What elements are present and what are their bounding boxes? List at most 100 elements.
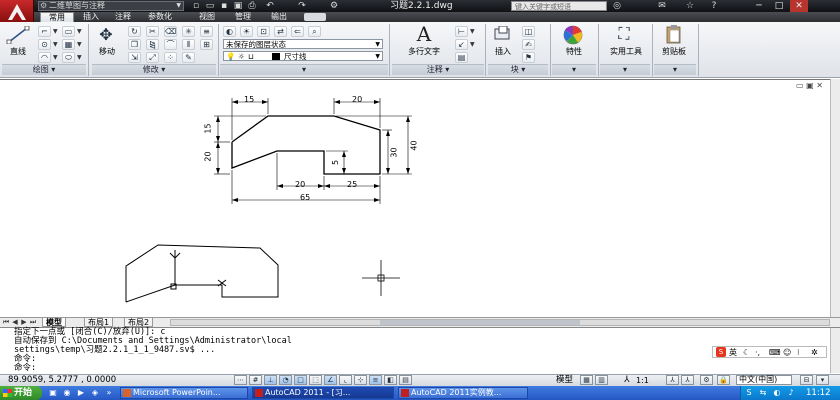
taskbar-item-autocad-current[interactable]: AutoCAD 2011 - [习...: [252, 387, 394, 399]
rotate-icon[interactable]: ↻: [128, 26, 141, 37]
drawing-canvas[interactable]: 15 20 15 20 5 30 40 20 25 65: [0, 79, 840, 317]
undo-icon[interactable]: ↶: [264, 0, 276, 12]
dynamic-input-icon[interactable]: ⊹: [354, 375, 367, 385]
lock-toolbar-icon[interactable]: 🔒: [717, 375, 730, 385]
tab-layout1[interactable]: 布局1: [84, 318, 114, 327]
coordinate-readout[interactable]: 89.9059, 5.2777 , 0.0000: [8, 375, 116, 386]
layer-on-icon[interactable]: ◐: [223, 26, 236, 37]
layer-lock-icon[interactable]: ⊡: [257, 26, 270, 37]
explode-icon[interactable]: ✳: [182, 26, 195, 37]
restore-viewport-icon[interactable]: ▣: [806, 81, 814, 90]
help-icon[interactable]: ?: [708, 0, 720, 12]
ortho-mode-icon[interactable]: ⊥: [264, 375, 277, 385]
communication-center-icon[interactable]: ✉: [656, 0, 668, 12]
tab-insert[interactable]: 插入: [76, 12, 106, 22]
settings-icon[interactable]: ✲: [811, 347, 818, 358]
prev-tab-arrow-icon[interactable]: ◀: [11, 318, 19, 327]
tab-layout2[interactable]: 布局2: [124, 318, 154, 327]
attribute-icon[interactable]: ⚑: [522, 52, 535, 63]
layer-walk-icon[interactable]: ⌕: [308, 26, 321, 37]
chevron-down-icon[interactable]: ▼: [53, 28, 58, 35]
quick-view-drawings-icon[interactable]: ▥: [595, 375, 608, 385]
insert-block-icon[interactable]: [492, 25, 514, 42]
properties-panel-footer[interactable]: ▾: [552, 64, 596, 75]
ime-tray-icon[interactable]: S: [744, 388, 754, 398]
modify-panel-footer[interactable]: 修改 ▾: [92, 64, 216, 75]
command-input-line[interactable]: 命令:: [14, 364, 36, 373]
annotation-scale-icon[interactable]: ⅄: [624, 375, 630, 386]
workspace-switch-icon[interactable]: ⚙: [700, 375, 713, 385]
taskbar-item-powerpoint[interactable]: Microsoft PowerPoin...: [120, 387, 248, 399]
chevron-down-icon[interactable]: ▼: [77, 28, 82, 35]
explorer-icon[interactable]: ◈: [90, 388, 100, 398]
layer-select[interactable]: 💡 ☼ ⊔ 尺寸线 ▼: [223, 51, 383, 61]
sogou-ime-icon[interactable]: S: [716, 347, 726, 357]
polyline-icon[interactable]: ⌐: [38, 26, 51, 37]
punctuation-icon[interactable]: ·,: [755, 347, 760, 358]
edit-block-icon[interactable]: ✍: [522, 39, 535, 50]
favorites-star-icon[interactable]: ☆: [684, 0, 696, 12]
multiline-text-icon[interactable]: A: [412, 24, 436, 44]
3d-osnap-icon[interactable]: ⬚: [309, 375, 322, 385]
binoculars-icon[interactable]: ◎: [611, 0, 623, 12]
next-tab-arrow-icon[interactable]: ▶: [20, 318, 28, 327]
layer-isolate-icon[interactable]: ⊞: [200, 39, 213, 50]
quick-launch-arrow-icon[interactable]: »: [104, 388, 114, 398]
clipboard-icon[interactable]: [664, 24, 684, 44]
language-bar[interactable]: 中文(中国): [736, 375, 792, 385]
chevron-down-icon[interactable]: ▼: [77, 54, 82, 61]
rectangle-icon[interactable]: ▭: [62, 26, 75, 37]
layer-match-icon[interactable]: ⇄: [274, 26, 287, 37]
properties-palette-icon[interactable]: [563, 25, 583, 45]
scrollbar-thumb[interactable]: [380, 320, 580, 325]
quick-view-layouts-icon[interactable]: ▦: [580, 375, 593, 385]
new-file-icon[interactable]: ▫: [190, 0, 202, 12]
grid-display-icon[interactable]: #: [249, 375, 262, 385]
redo-icon[interactable]: ↷: [296, 0, 308, 12]
softkeyboard-icon[interactable]: ⌨: [769, 347, 781, 358]
lineweight-icon[interactable]: ≡: [369, 375, 382, 385]
stretch-icon[interactable]: ⇲: [128, 52, 141, 63]
workspace-gear-icon[interactable]: ⚙: [328, 0, 340, 12]
tab-model[interactable]: 模型: [42, 318, 66, 327]
move-icon[interactable]: ✥: [96, 26, 116, 44]
clipboard-panel-footer[interactable]: ▾: [654, 64, 696, 75]
edit-icon[interactable]: ✎: [182, 52, 195, 63]
layer-freeze-icon[interactable]: ☀: [240, 26, 253, 37]
tab-parametric[interactable]: 参数化: [140, 12, 180, 22]
object-snap-icon[interactable]: □: [294, 375, 307, 385]
annotation-scale-value[interactable]: 1:1: [636, 375, 649, 386]
minimize-viewport-icon[interactable]: ▭: [796, 81, 804, 90]
table-icon[interactable]: ▤: [455, 52, 468, 63]
menu-icon[interactable]: ⁝: [797, 347, 800, 358]
tab-view[interactable]: 视图: [192, 12, 222, 22]
annotation-visibility-icon[interactable]: ⅄: [666, 375, 679, 385]
tab-home[interactable]: 常用: [40, 12, 74, 22]
scale-icon[interactable]: ⤢: [146, 52, 159, 63]
chevron-down-icon[interactable]: ▼: [53, 54, 58, 61]
ribbon-toggle-button[interactable]: [304, 13, 326, 21]
circle-icon[interactable]: ⊙: [38, 39, 51, 50]
model-space-label[interactable]: 模型: [556, 375, 573, 386]
last-tab-arrow-icon[interactable]: ⏭: [29, 318, 37, 327]
block-panel-footer[interactable]: 块 ▾: [488, 64, 548, 75]
minimize-button[interactable]: ─: [750, 0, 768, 12]
create-block-icon[interactable]: ◫: [522, 26, 535, 37]
open-folder-icon[interactable]: ▭: [204, 0, 216, 12]
vertical-scrollbar[interactable]: [830, 79, 840, 317]
object-snap-tracking-icon[interactable]: ∠: [324, 375, 337, 385]
volume-icon[interactable]: ♪: [786, 388, 796, 398]
leader-icon[interactable]: ↙: [455, 39, 468, 50]
fillet-icon[interactable]: ⌒: [164, 39, 177, 50]
layer-properties-icon[interactable]: ≡: [200, 26, 213, 37]
chevron-down-icon[interactable]: ▼: [53, 41, 58, 48]
hatch-icon[interactable]: ▦: [62, 39, 75, 50]
chevron-down-icon[interactable]: ▼: [470, 28, 475, 35]
line-icon[interactable]: [6, 25, 30, 45]
draw-panel-footer[interactable]: 绘图 ▾: [2, 64, 86, 75]
arc-icon[interactable]: ◠: [38, 52, 51, 63]
first-tab-arrow-icon[interactable]: ⏮: [2, 318, 10, 327]
annotation-panel-footer[interactable]: 注释 ▾: [392, 64, 484, 75]
workspace-select[interactable]: ⚙ 二维草图与注释 ▼: [38, 1, 184, 11]
trim-icon[interactable]: ✂: [146, 26, 159, 37]
